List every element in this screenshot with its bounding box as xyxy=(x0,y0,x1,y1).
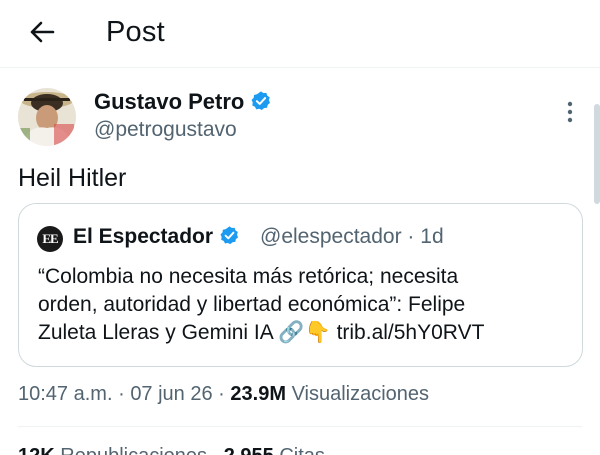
quote-author-name: El Espectador xyxy=(73,223,240,251)
more-options-button[interactable] xyxy=(558,98,582,126)
quote-author-name-text: El Espectador xyxy=(73,225,214,248)
author-name[interactable]: Gustavo Petro xyxy=(94,88,272,116)
arrow-left-icon xyxy=(30,21,55,43)
author-handle[interactable]: @petrogustavo xyxy=(94,117,237,143)
back-button[interactable] xyxy=(22,14,62,50)
quotes-label[interactable]: Citas xyxy=(279,445,325,455)
quote-verified-badge-icon xyxy=(220,226,239,245)
verified-badge-icon xyxy=(251,91,271,110)
quoted-post-card[interactable]: EE El Espectador @elespectador · 1d “Col… xyxy=(18,203,583,367)
quote-meta: @elespectador · 1d xyxy=(260,223,444,251)
quote-text-line: Zuleta Lleras y Gemini IA 🔗👇 trib.al/5hY… xyxy=(38,321,485,344)
quote-separator: · xyxy=(407,225,415,248)
post-meta-row: 10:47 a.m. · 07 jun 26 · 23.9M Visualiza… xyxy=(18,380,429,408)
post-time[interactable]: 10:47 a.m. xyxy=(18,383,113,405)
meta-separator: · xyxy=(218,383,225,405)
views-label: Visualizaciones xyxy=(291,383,430,405)
author-name-text: Gustavo Petro xyxy=(94,89,245,114)
quote-text: “Colombia no necesita más retórica; nece… xyxy=(38,263,568,347)
divider xyxy=(18,426,582,427)
reposts-label[interactable]: Republicaciones xyxy=(60,445,207,455)
meta-separator: · xyxy=(118,383,125,405)
quote-text-line: “Colombia no necesita más retórica; nece… xyxy=(38,265,459,288)
scrollbar-thumb[interactable] xyxy=(594,104,600,204)
avatar-image xyxy=(18,88,76,146)
reposts-count[interactable]: 12K xyxy=(18,445,55,455)
top-bar: Post xyxy=(0,0,600,68)
more-vertical-icon xyxy=(567,101,573,123)
post-text: Heil Hitler xyxy=(18,164,127,192)
quotes-count[interactable]: 2.955 xyxy=(224,445,274,455)
quote-handle: @elespectador xyxy=(260,225,402,248)
avatar[interactable] xyxy=(18,88,76,146)
quote-text-line: orden, autoridad y libertad económica”: … xyxy=(38,293,466,316)
quote-time: 1d xyxy=(420,225,444,248)
views-count: 23.9M xyxy=(230,383,286,405)
page-title: Post xyxy=(106,16,165,48)
post-date[interactable]: 07 jun 26 xyxy=(130,383,212,405)
quote-avatar-logo: EE xyxy=(37,226,63,252)
engagement-stats-row: 12K Republicaciones 2.955 Citas xyxy=(18,443,325,455)
